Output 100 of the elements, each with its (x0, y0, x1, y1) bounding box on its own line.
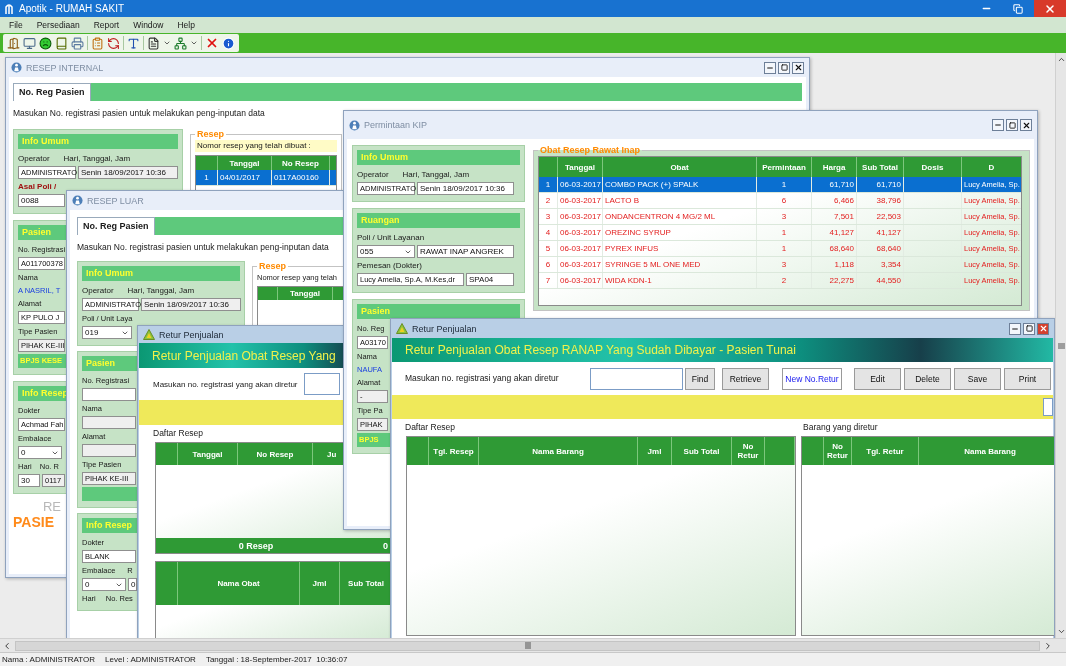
table-cell: 06-03-2017 (558, 209, 603, 224)
menu-item[interactable]: Window (126, 20, 171, 30)
column-header: Sub Total (862, 162, 898, 172)
action-button[interactable]: Save (954, 367, 1001, 390)
table-cell: 1 (196, 170, 218, 185)
info-icon[interactable] (222, 36, 235, 50)
table-row[interactable]: 1 04/01/2017 0117A00160 (196, 170, 336, 186)
find-button[interactable]: Find (685, 367, 715, 390)
caret-icon[interactable] (163, 39, 171, 47)
dropdown-field[interactable]: 055 (357, 245, 415, 258)
close-icon[interactable] (205, 36, 219, 50)
tab[interactable]: No. Reg Pasien (13, 83, 91, 101)
panel-header: Info Umum (82, 266, 240, 281)
table-cell: 6 (539, 257, 558, 272)
text-field[interactable]: Senin 18/09/2017 10:36 (78, 166, 178, 179)
column-header: D (988, 162, 995, 172)
table-cell: 6 (757, 193, 812, 208)
menu-item[interactable]: Help (170, 20, 202, 30)
caption-text: RE (42, 500, 61, 513)
scroll-down-icon[interactable] (1056, 627, 1066, 636)
caret-icon[interactable] (190, 39, 198, 47)
text-field[interactable] (82, 388, 136, 401)
field-label: Hari, Tanggal, Jam (63, 153, 131, 164)
monitor-icon[interactable] (23, 36, 36, 50)
table-cell: 3 (757, 209, 812, 224)
scroll-up-icon[interactable] (1056, 55, 1066, 64)
table-cell: 41,127 (857, 225, 904, 240)
dropdown-field[interactable]: 019 (82, 326, 132, 339)
column-header: No Retur (827, 442, 848, 460)
table-cell: WIDA KDN-1 (603, 273, 757, 288)
search-field[interactable] (590, 367, 683, 390)
horizontal-scrollbar[interactable] (0, 638, 1066, 652)
retrieve-button[interactable]: Retrieve (722, 367, 769, 390)
close-button[interactable] (1020, 119, 1032, 131)
maximize-icon (1025, 325, 1033, 332)
close-button[interactable] (792, 61, 804, 74)
network-icon[interactable] (174, 36, 187, 50)
text-field[interactable]: 30 (18, 474, 40, 487)
menu-item[interactable]: Persediaan (29, 20, 87, 30)
logo-icon (11, 62, 22, 73)
maximize-button[interactable] (778, 61, 790, 74)
table-cell: 2 (757, 273, 812, 288)
clipboard-icon[interactable] (91, 36, 104, 50)
text-field[interactable]: 0088 (18, 194, 65, 207)
close-icon (793, 63, 803, 72)
table-cell: ONDANCENTRON 4 MG/2 ML (603, 209, 757, 224)
maximize-button[interactable] (1023, 322, 1035, 335)
printer-icon[interactable] (71, 36, 84, 50)
table-cell: SYRINGE 5 ML ONE MED (603, 257, 757, 272)
minimize-button[interactable] (1009, 322, 1021, 335)
menu-item[interactable]: Report (86, 20, 127, 30)
text-field[interactable] (303, 373, 340, 395)
scroll-left-icon[interactable] (2, 640, 12, 651)
instruction-text: Masukan No. registrasi pasien untuk melakukan peng-inputan data (13, 108, 265, 119)
table-cell: 1 (539, 177, 558, 192)
field-label: Hari, Tanggal, Jam (127, 285, 195, 296)
status-text: Level : ADMINISTRATOR (105, 655, 196, 664)
app-title: Apotik - RUMAH SAKIT (19, 3, 125, 14)
close-icon (1021, 120, 1031, 130)
text-field[interactable]: RAWAT INAP ANGREK (417, 245, 514, 258)
table-cell: 61,710 (812, 177, 857, 192)
document-icon[interactable] (147, 36, 160, 50)
scrollbar-thumb[interactable] (15, 640, 1040, 651)
action-button[interactable]: Delete (904, 367, 951, 390)
table-cell: 68,640 (857, 241, 904, 256)
tab[interactable]: No. Reg Pasien (77, 217, 155, 235)
field-label: Pemesan (Dokter) (357, 260, 422, 271)
table-cell: 61,710 (857, 177, 904, 192)
app-icon (4, 2, 14, 15)
refresh-icon[interactable] (107, 36, 120, 50)
maximize-button[interactable] (1006, 119, 1018, 131)
menu-item[interactable]: File (2, 20, 30, 30)
action-button[interactable]: Print (1004, 367, 1051, 390)
field-label: Operator (18, 153, 50, 164)
column-header: Permintaan (762, 162, 806, 172)
text-field[interactable] (82, 416, 136, 429)
panel-header: Info Umum (357, 150, 520, 165)
table-cell: 1,118 (812, 257, 857, 272)
text-field[interactable]: Senin 18/09/2017 10:36 (141, 298, 241, 311)
face-icon[interactable] (39, 36, 52, 50)
table-cell: 04/01/2017 (218, 170, 272, 185)
minimize-button[interactable] (764, 61, 776, 74)
book-icon[interactable] (55, 36, 68, 50)
maximize-icon (780, 64, 788, 71)
table-cell: 1 (757, 225, 812, 240)
text-field[interactable] (82, 444, 136, 457)
minimize-button[interactable] (992, 119, 1004, 131)
dropdown-field[interactable]: 0 (18, 446, 62, 459)
new-retur-button[interactable]: New No.Retur (782, 367, 842, 390)
table-cell: 44,550 (857, 273, 904, 288)
dropdown-field[interactable]: 0 (82, 578, 126, 591)
text-field[interactable]: Senin 18/09/2017 10:36 (417, 182, 514, 195)
font-icon[interactable] (127, 36, 140, 50)
text-field[interactable]: SPA04 (466, 273, 514, 286)
scroll-right-icon[interactable] (1043, 640, 1053, 651)
table-cell: 1 (757, 241, 812, 256)
text-field[interactable] (1043, 398, 1053, 416)
door-icon[interactable] (7, 36, 20, 50)
vertical-scrollbar[interactable] (1055, 53, 1066, 638)
action-button[interactable]: Edit (854, 367, 901, 390)
